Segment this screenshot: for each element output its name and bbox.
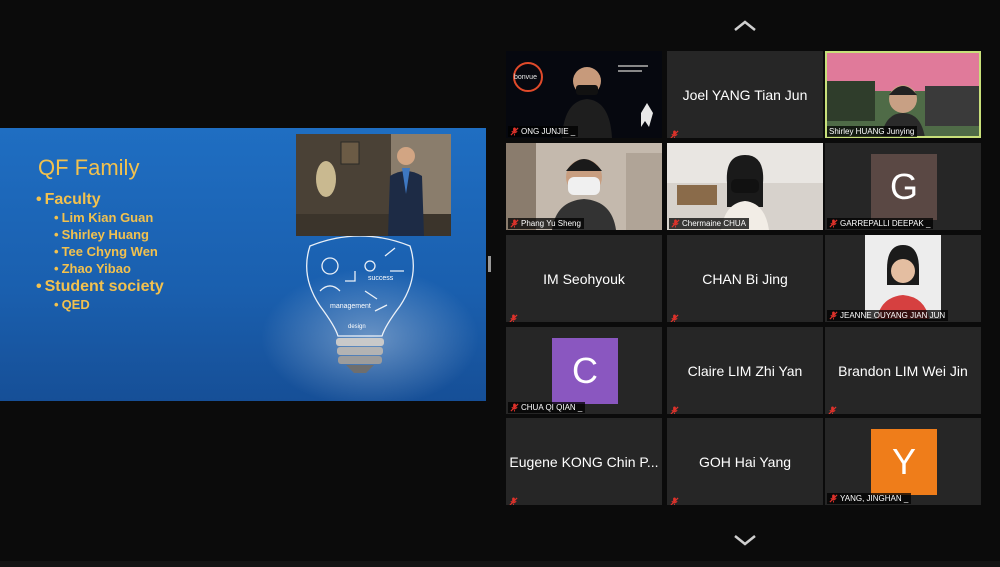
chevron-down-icon[interactable] bbox=[733, 534, 757, 546]
participant-name: CHUA QI QIAN _ bbox=[521, 403, 583, 412]
shared-screen: QF Family FacultyLim Kian GuanShirley Hu… bbox=[0, 128, 486, 401]
slide-bullet-item: Shirley Huang bbox=[36, 226, 164, 243]
slide-title: QF Family bbox=[38, 155, 140, 180]
participant-tile[interactable]: Brandon LIM Wei Jin bbox=[825, 327, 981, 414]
presenter-video bbox=[296, 134, 451, 236]
virtual-background-logo: bonvue bbox=[514, 74, 537, 81]
participant-name: Chermaine CHUA bbox=[682, 219, 747, 228]
participant-tile[interactable]: IM Seohyouk bbox=[506, 235, 662, 322]
participant-name-label: Chermaine CHUA bbox=[669, 218, 750, 229]
participant-name: ONG JUNJIE _ bbox=[521, 127, 576, 136]
participant-video bbox=[506, 143, 662, 230]
participant-video bbox=[825, 51, 981, 138]
participant-tile[interactable]: Eugene KONG Chin P... bbox=[506, 418, 662, 505]
slide-bullet-item: QED bbox=[36, 296, 164, 313]
participant-video bbox=[667, 143, 823, 230]
participant-tile[interactable]: JEANNE OUYANG JIAN JUN bbox=[825, 235, 981, 322]
doodle-word: design bbox=[348, 324, 366, 330]
participant-tile[interactable]: Chermaine CHUA bbox=[667, 143, 823, 230]
participant-name: Shirley HUANG Junying bbox=[829, 127, 915, 136]
muted-mic-icon bbox=[509, 310, 518, 322]
participant-name: Claire LIM Zhi Yan bbox=[687, 362, 803, 379]
participant-tile[interactable]: Phang Yu Sheng bbox=[506, 143, 662, 230]
slide-bullet-item: Lim Kian Guan bbox=[36, 209, 164, 226]
slide-bullet-item: Tee Chyng Wen bbox=[36, 243, 164, 260]
participant-tile[interactable]: Y YANG, JINGHAN _ bbox=[825, 418, 981, 505]
participant-name: IM Seohyouk bbox=[543, 270, 625, 287]
slide-bullet-item: Student society bbox=[36, 277, 164, 296]
muted-mic-icon bbox=[510, 219, 519, 228]
muted-mic-icon bbox=[829, 311, 838, 320]
participant-tile[interactable]: C CHUA QI QIAN _ bbox=[506, 327, 662, 414]
participant-name-label: GARREPALLI DEEPAK _ bbox=[827, 218, 934, 229]
doodle-word: management bbox=[330, 303, 371, 310]
participant-video bbox=[825, 235, 981, 322]
participant-tile[interactable]: bonvue ONG JUNJIE _ bbox=[506, 51, 662, 138]
participant-tile[interactable]: Shirley HUANG Junying bbox=[825, 51, 981, 138]
participant-name: Joel YANG Tian Jun bbox=[682, 86, 808, 103]
participant-name-label: Shirley HUANG Junying bbox=[827, 126, 918, 137]
participant-name: Eugene KONG Chin P... bbox=[509, 453, 659, 470]
participant-name: CHAN Bi Jing bbox=[702, 270, 788, 287]
participant-name: Phang Yu Sheng bbox=[521, 219, 581, 228]
muted-mic-icon bbox=[828, 402, 837, 414]
slide-bullet-list: FacultyLim Kian GuanShirley HuangTee Chy… bbox=[36, 190, 164, 313]
avatar: G bbox=[871, 154, 937, 220]
participant-tile[interactable]: Joel YANG Tian Jun bbox=[667, 51, 823, 138]
participant-name: YANG, JINGHAN _ bbox=[840, 494, 909, 503]
participant-tile[interactable]: G GARREPALLI DEEPAK _ bbox=[825, 143, 981, 230]
participant-video: bonvue bbox=[506, 51, 662, 138]
participant-name-label: ONG JUNJIE _ bbox=[508, 126, 579, 137]
muted-mic-icon bbox=[829, 494, 838, 503]
slide-bullet-item: Zhao Yibao bbox=[36, 260, 164, 277]
muted-mic-icon bbox=[510, 403, 519, 412]
participant-name-label: CHUA QI QIAN _ bbox=[508, 402, 586, 413]
chevron-up-icon[interactable] bbox=[733, 20, 757, 32]
slide-bullet-item: Faculty bbox=[36, 190, 164, 209]
muted-mic-icon bbox=[510, 127, 519, 136]
participant-tile[interactable]: Claire LIM Zhi Yan bbox=[667, 327, 823, 414]
split-view-handle[interactable] bbox=[488, 256, 491, 272]
muted-mic-icon bbox=[670, 310, 679, 322]
muted-mic-icon bbox=[670, 402, 679, 414]
participant-name: GARREPALLI DEEPAK _ bbox=[840, 219, 931, 228]
participant-name-label: YANG, JINGHAN _ bbox=[827, 493, 912, 504]
doodle-word: success bbox=[368, 275, 394, 282]
participant-name-label: JEANNE OUYANG JIAN JUN bbox=[827, 310, 949, 321]
muted-mic-icon bbox=[829, 219, 838, 228]
muted-mic-icon bbox=[670, 493, 679, 505]
participant-tile[interactable]: CHAN Bi Jing bbox=[667, 235, 823, 322]
participant-name: JEANNE OUYANG JIAN JUN bbox=[840, 311, 946, 320]
participant-name: GOH Hai Yang bbox=[698, 453, 792, 470]
muted-mic-icon bbox=[671, 219, 680, 228]
participant-name-label: Phang Yu Sheng bbox=[508, 218, 584, 229]
muted-mic-icon bbox=[509, 493, 518, 505]
meeting-toolbar bbox=[0, 561, 1000, 567]
participant-name: Brandon LIM Wei Jin bbox=[838, 362, 968, 379]
avatar: Y bbox=[871, 429, 937, 495]
avatar: C bbox=[552, 338, 618, 404]
participant-tile[interactable]: GOH Hai Yang bbox=[667, 418, 823, 505]
muted-mic-icon bbox=[670, 126, 679, 138]
lightbulb-doodle: management success design bbox=[306, 236, 414, 373]
